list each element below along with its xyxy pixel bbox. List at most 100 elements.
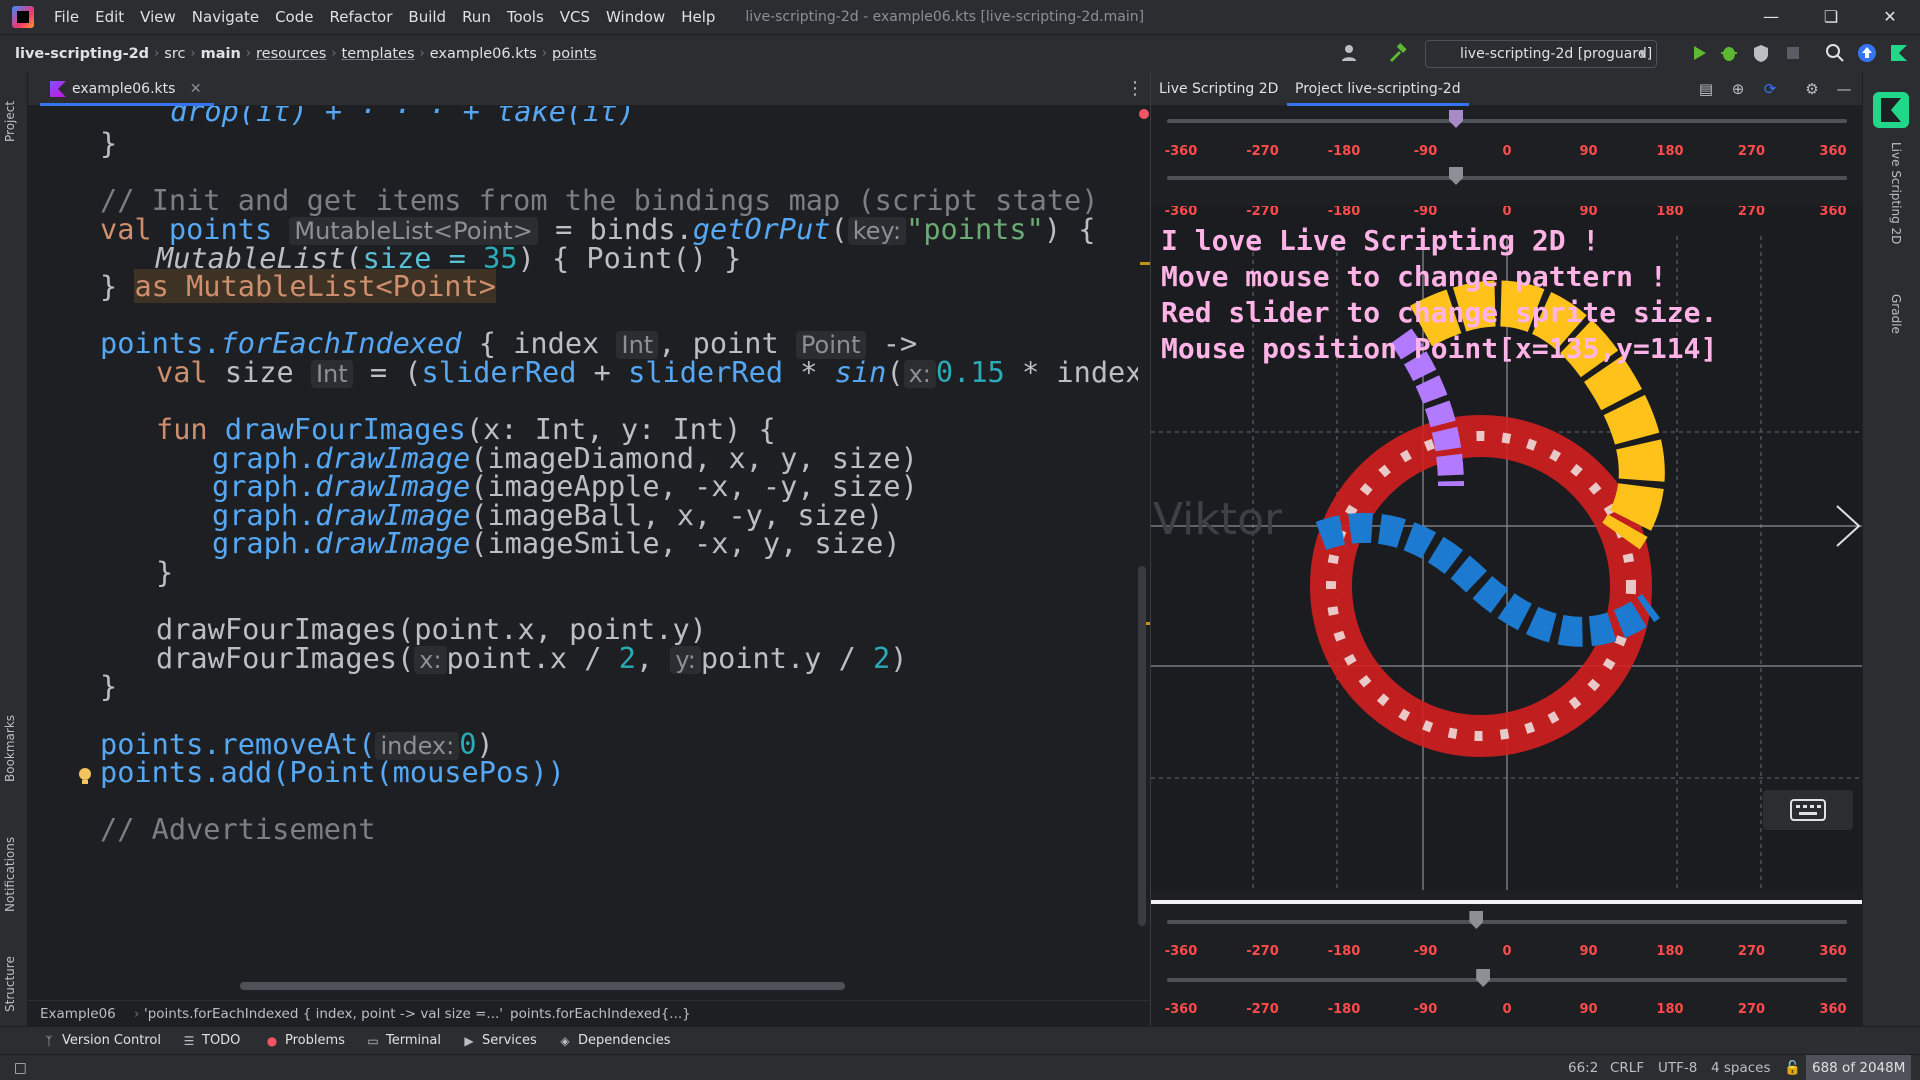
code-token: ( — [886, 355, 904, 389]
vertical-scrollbar[interactable] — [1138, 566, 1146, 926]
code-token: , — [635, 641, 671, 675]
breadcrumb-main[interactable]: main — [198, 46, 244, 62]
build-hammer-icon[interactable] — [1386, 42, 1408, 64]
editor-error-stripe[interactable] — [1138, 106, 1150, 1014]
tick-label: 180 — [1656, 144, 1684, 159]
menu-tools[interactable]: Tools — [499, 0, 552, 34]
red-slider-track[interactable] — [1167, 119, 1847, 123]
tab-live-scripting[interactable]: Live Scripting 2D — [1151, 72, 1286, 106]
tab-example06[interactable]: example06.kts ✕ — [40, 72, 214, 106]
panel-header: Live Scripting 2D Project live-scripting… — [1151, 72, 1863, 106]
gear-icon[interactable]: ⚙ — [1803, 80, 1821, 98]
plugin-logo-icon[interactable] — [1888, 42, 1910, 64]
slider-thumb[interactable] — [1469, 911, 1484, 929]
memory-indicator[interactable]: 688 of 2048M — [1806, 1055, 1912, 1080]
services-icon: ▶ — [464, 1034, 474, 1048]
code-crumb[interactable]: 'points.forEachIndexed { index, point ->… — [144, 1001, 503, 1027]
menu-code[interactable]: Code — [267, 0, 321, 34]
chevron-right-icon: › — [245, 46, 252, 61]
run-icon[interactable] — [1688, 42, 1710, 64]
breadcrumb-resources[interactable]: resources — [253, 46, 329, 62]
slider-thumb[interactable] — [1476, 969, 1491, 987]
tab-project-live-scripting[interactable]: Project live-scripting-2d — [1287, 72, 1469, 106]
file-encoding[interactable]: UTF-8 — [1658, 1055, 1697, 1080]
menu-build[interactable]: Build — [400, 0, 454, 34]
stop-icon[interactable] — [1782, 42, 1804, 64]
run-configuration-select[interactable]: live-scripting-2d [proguard] ▾ — [1425, 40, 1657, 68]
notifications-tool-tab[interactable]: Notifications — [3, 812, 25, 912]
lock-icon[interactable]: 🔓 — [1784, 1055, 1801, 1080]
slider-track[interactable] — [1167, 176, 1847, 180]
slider-thumb[interactable] — [1449, 167, 1463, 185]
breadcrumb-templates[interactable]: templates — [339, 46, 418, 62]
breadcrumb-src[interactable]: src — [161, 46, 188, 62]
code-line: } — [100, 126, 117, 161]
warning-marker[interactable] — [1140, 262, 1150, 265]
breadcrumb-symbol[interactable]: points — [549, 46, 600, 62]
caret-position[interactable]: 66:2 — [1568, 1055, 1598, 1080]
red-slider-thumb[interactable] — [1449, 110, 1463, 128]
problems-tab[interactable]: ● Problems — [265, 1027, 345, 1055]
minimize-icon[interactable]: — — [1743, 0, 1799, 34]
todo-tab[interactable]: ☰ TODO — [182, 1027, 241, 1055]
window-title: live-scripting-2d - example06.kts [live-… — [745, 9, 1145, 25]
tick-label: -180 — [1327, 1002, 1361, 1017]
gradle-tool-tab[interactable]: Gradle — [1881, 294, 1903, 354]
chevron-right-icon: › — [541, 46, 548, 61]
render-canvas[interactable]: -360 -270 -180 -90 0 90 180 270 360 I lo… — [1151, 206, 1863, 890]
menu-help[interactable]: Help — [673, 0, 723, 34]
code-line: } — [100, 669, 117, 704]
line-separator[interactable]: CRLF — [1610, 1055, 1644, 1080]
search-icon[interactable] — [1824, 42, 1846, 64]
update-icon[interactable] — [1856, 42, 1878, 64]
tick-label: 90 — [1579, 1002, 1598, 1017]
menu-run[interactable]: Run — [454, 0, 499, 34]
horizontal-scrollbar[interactable] — [240, 982, 845, 990]
slider-track[interactable] — [1167, 920, 1847, 924]
param-hint: key: — [847, 217, 907, 245]
tick-label: -270 — [1246, 1002, 1279, 1017]
dependencies-tab[interactable]: ◈ Dependencies — [558, 1027, 671, 1055]
terminal-tab[interactable]: ▭ Terminal — [366, 1027, 441, 1055]
breadcrumb-file[interactable]: example06.kts — [427, 46, 540, 62]
menu-file[interactable]: File — [46, 0, 87, 34]
menu-window[interactable]: Window — [598, 0, 673, 34]
menu-view[interactable]: View — [132, 0, 184, 34]
live-scripting-logo-icon[interactable] — [1871, 90, 1911, 130]
slider-track[interactable] — [1167, 978, 1847, 982]
error-icon[interactable] — [1138, 108, 1150, 120]
services-tab[interactable]: ▶ Services — [462, 1027, 536, 1055]
refresh-icon[interactable]: ⟳ — [1761, 80, 1779, 98]
keyboard-button[interactable] — [1763, 790, 1853, 830]
layout-icon[interactable]: ▤ — [1697, 80, 1715, 98]
debug-icon[interactable] — [1718, 42, 1740, 64]
menu-edit[interactable]: Edit — [87, 0, 132, 34]
user-icon[interactable] — [1340, 42, 1362, 64]
maximize-icon[interactable]: ❏ — [1803, 0, 1859, 34]
editor-gutter[interactable] — [28, 106, 100, 1014]
code-crumb[interactable]: points.forEachIndexed{...} — [510, 1001, 691, 1027]
more-vertical-icon[interactable]: ⋮ — [1126, 78, 1144, 99]
close-window-icon[interactable]: ✕ — [1862, 0, 1918, 34]
code-editor[interactable]: drop(it) + · · · + take(it) } // Init an… — [100, 106, 1138, 1014]
layout-toggle-icon[interactable]: □ — [14, 1055, 27, 1080]
menu-refactor[interactable]: Refactor — [321, 0, 400, 34]
hide-panel-icon[interactable]: — — [1835, 80, 1853, 98]
breadcrumb-project[interactable]: live-scripting-2d — [12, 46, 152, 62]
version-control-tab[interactable]: ᛉ Version Control — [42, 1027, 161, 1055]
tool-tab-label: Dependencies — [578, 1033, 671, 1048]
zoom-icon[interactable]: ⊕ — [1729, 80, 1747, 98]
bookmarks-tool-tab[interactable]: Bookmarks — [3, 702, 25, 782]
project-tool-tab[interactable]: Project — [3, 82, 25, 142]
menu-navigate[interactable]: Navigate — [184, 0, 267, 34]
live-scripting-tool-tab[interactable]: Live Scripting 2D — [1881, 142, 1903, 262]
coverage-icon[interactable] — [1750, 42, 1772, 64]
menu-vcs[interactable]: VCS — [552, 0, 598, 34]
lightbulb-icon[interactable] — [76, 766, 94, 788]
canvas-line: I love Live Scripting 2D ! — [1161, 224, 1617, 257]
slider-ticks: -360 -270 -180 -90 0 90 180 270 360 — [1151, 944, 1863, 962]
structure-tool-tab[interactable]: Structure — [3, 932, 25, 1012]
close-tab-icon[interactable]: ✕ — [190, 81, 202, 97]
code-crumb[interactable]: Example06 — [40, 1001, 116, 1027]
indent-setting[interactable]: 4 spaces — [1711, 1055, 1771, 1080]
